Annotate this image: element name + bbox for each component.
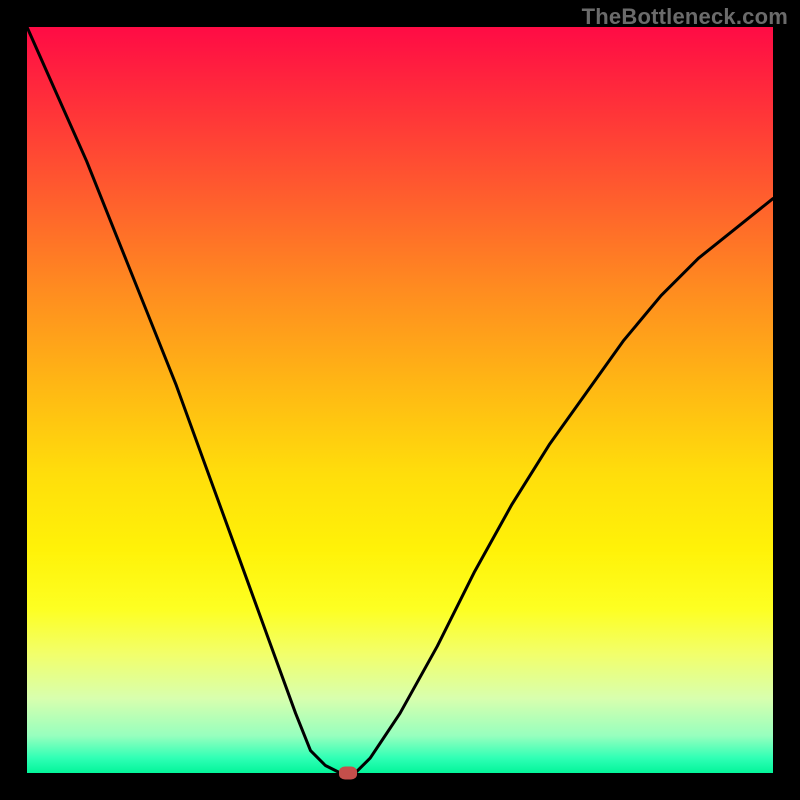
plot-area xyxy=(27,27,773,773)
optimal-point-marker xyxy=(339,767,357,780)
chart-stage: TheBottleneck.com xyxy=(0,0,800,800)
watermark-text: TheBottleneck.com xyxy=(582,4,788,30)
bottleneck-curve xyxy=(27,27,773,773)
